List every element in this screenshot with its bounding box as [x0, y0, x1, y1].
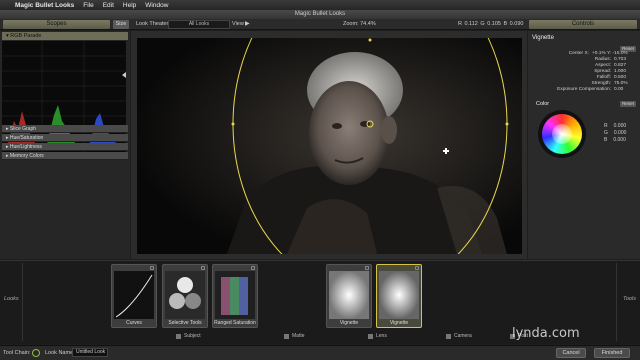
color-reset-button[interactable]: Reset	[620, 101, 636, 107]
param-value: 0.00	[614, 87, 624, 92]
tool-enable-toggle[interactable]	[251, 266, 255, 270]
power-icon[interactable]	[32, 349, 40, 357]
tool-chain-label: Tool Chain:	[3, 350, 31, 356]
category-subject[interactable]: Subject	[176, 333, 201, 339]
matte-icon	[284, 333, 289, 339]
memory-colors-label: Memory Colors	[9, 153, 44, 159]
param-label: Exposure Compensation:	[557, 87, 611, 92]
color-r-row[interactable]: R 0.000	[604, 123, 626, 130]
chain-divider	[616, 263, 617, 341]
color-rgb-values: R 0.000 G 0.000 B 0.000	[604, 123, 626, 144]
param-label: Center X:	[568, 51, 589, 56]
slice-graph-label: Slice Graph	[9, 126, 37, 132]
preview-image[interactable]	[137, 38, 522, 254]
tool-name: Ranged Saturation	[214, 320, 256, 326]
tool-enable-toggle[interactable]	[415, 266, 419, 270]
hue-saturation-section[interactable]: ▸ Hue/Saturation	[2, 134, 128, 142]
tool-enable-toggle[interactable]	[365, 266, 369, 270]
hue-lightness-section[interactable]: ▸ Hue/Lightness	[2, 143, 128, 151]
camera-icon	[446, 333, 451, 339]
scopes-panel: ▾ RGB Parade ▸ Slice Graph ▸ Hue/Saturat…	[0, 31, 130, 259]
menu-edit[interactable]: Edit	[103, 2, 114, 9]
zoom-readout: Zoom: 74.4%	[343, 21, 376, 27]
category-label: Matte	[292, 333, 305, 339]
look-theater-viewer	[131, 31, 527, 259]
category-label: Camera	[454, 333, 472, 339]
color-g-row[interactable]: G 0.000	[604, 130, 626, 137]
color-wheel-center	[552, 124, 572, 144]
look-filter-select[interactable]: All Looks	[168, 20, 230, 29]
play-icon[interactable]: ▶	[245, 20, 253, 29]
menu-file[interactable]: File	[83, 2, 93, 9]
lens-icon	[368, 333, 373, 339]
channel-label: G	[604, 130, 608, 136]
memory-colors-section[interactable]: ▸ Memory Colors	[2, 152, 128, 160]
slice-graph-section[interactable]: ▸ Slice Graph	[2, 125, 128, 133]
view-menu[interactable]: View	[232, 20, 244, 29]
tool-vignette-2[interactable]: Vignette	[376, 264, 422, 328]
tool-enable-toggle[interactable]	[201, 266, 205, 270]
pixel-rgb-readout: R 0.112 G 0.105 B 0.090	[458, 21, 524, 27]
finished-button[interactable]: Finished	[594, 348, 630, 358]
menu-app[interactable]: Magic Bullet Looks	[15, 2, 74, 9]
rgb-parade-header[interactable]: ▾ RGB Parade	[2, 32, 128, 40]
tool-name: Curves	[126, 320, 142, 326]
menu-window[interactable]: Window	[145, 2, 168, 9]
vignette-icon	[379, 271, 419, 319]
look-theater-label: Look Theater	[136, 21, 169, 27]
tool-name: Vignette	[339, 320, 359, 326]
tool-selective[interactable]: Selective Tools	[162, 264, 208, 328]
hue-saturation-label: Hue/Saturation	[9, 135, 44, 141]
preview-frame	[137, 38, 522, 254]
controls-tab[interactable]: Controls	[529, 20, 637, 29]
channel-value: 0.000	[613, 130, 627, 136]
channel-value: 0.000	[613, 123, 627, 129]
param-row[interactable]: Exposure Compensation: 0.00	[532, 87, 636, 93]
channel-label: B	[604, 137, 608, 143]
selective-tools-icon	[165, 271, 205, 319]
vignette-params: Center X: +0.1% Y: -15.0% Radius: 0.703 As…	[532, 51, 636, 93]
status-bar: Tool Chain: Look Name: Untitled Look Can…	[0, 345, 640, 360]
category-label: Subject	[184, 333, 201, 339]
tool-ranged-saturation[interactable]: Ranged Saturation	[212, 264, 258, 328]
scopes-tab[interactable]: Scopes	[3, 20, 110, 29]
category-label: Lens	[376, 333, 387, 339]
category-camera[interactable]: Camera	[446, 333, 472, 339]
top-toolbar: Scopes Size Look Theater All Looks View …	[0, 19, 640, 30]
menu-help[interactable]: Help	[123, 2, 136, 9]
look-name-input[interactable]: Untitled Look	[72, 348, 108, 357]
channel-value: 0.000	[613, 137, 626, 143]
watermark: lynda.com	[512, 326, 580, 341]
looks-side-tab[interactable]: Looks	[4, 296, 19, 302]
vignette-icon	[329, 271, 369, 319]
tool-curves[interactable]: Curves	[111, 264, 157, 328]
tool-name: Selective Tools	[168, 320, 202, 326]
curves-icon	[114, 271, 154, 319]
subject-icon	[176, 333, 181, 339]
color-wheel[interactable]	[542, 114, 582, 154]
controls-panel: Vignette Reset Center X: +0.1% Y: -15.0% …	[528, 31, 640, 259]
category-matte[interactable]: Matte	[284, 333, 305, 339]
size-button[interactable]: Size	[113, 20, 129, 29]
rgb-parade-title: RGB Parade	[10, 33, 42, 39]
tool-name: Vignette	[389, 320, 409, 326]
tools-side-tab[interactable]: Tools	[623, 296, 636, 302]
color-title: Color	[536, 101, 550, 107]
channel-label: R	[604, 123, 608, 129]
look-name-label: Look Name:	[45, 350, 75, 356]
tool-vignette-1[interactable]: Vignette	[326, 264, 372, 328]
vignette-title: Vignette	[532, 35, 554, 41]
chain-divider	[22, 263, 23, 341]
ranged-saturation-icon	[215, 271, 255, 319]
menu-bar: Magic Bullet Looks File Edit Help Window	[0, 0, 640, 10]
window-title: Magic Bullet Looks	[0, 10, 640, 19]
tool-enable-toggle[interactable]	[150, 266, 154, 270]
color-b-row[interactable]: B 0.000	[604, 137, 626, 144]
category-lens[interactable]: Lens	[368, 333, 387, 339]
cancel-button[interactable]: Cancel	[556, 348, 586, 358]
hue-lightness-label: Hue/Lightness	[9, 144, 42, 150]
